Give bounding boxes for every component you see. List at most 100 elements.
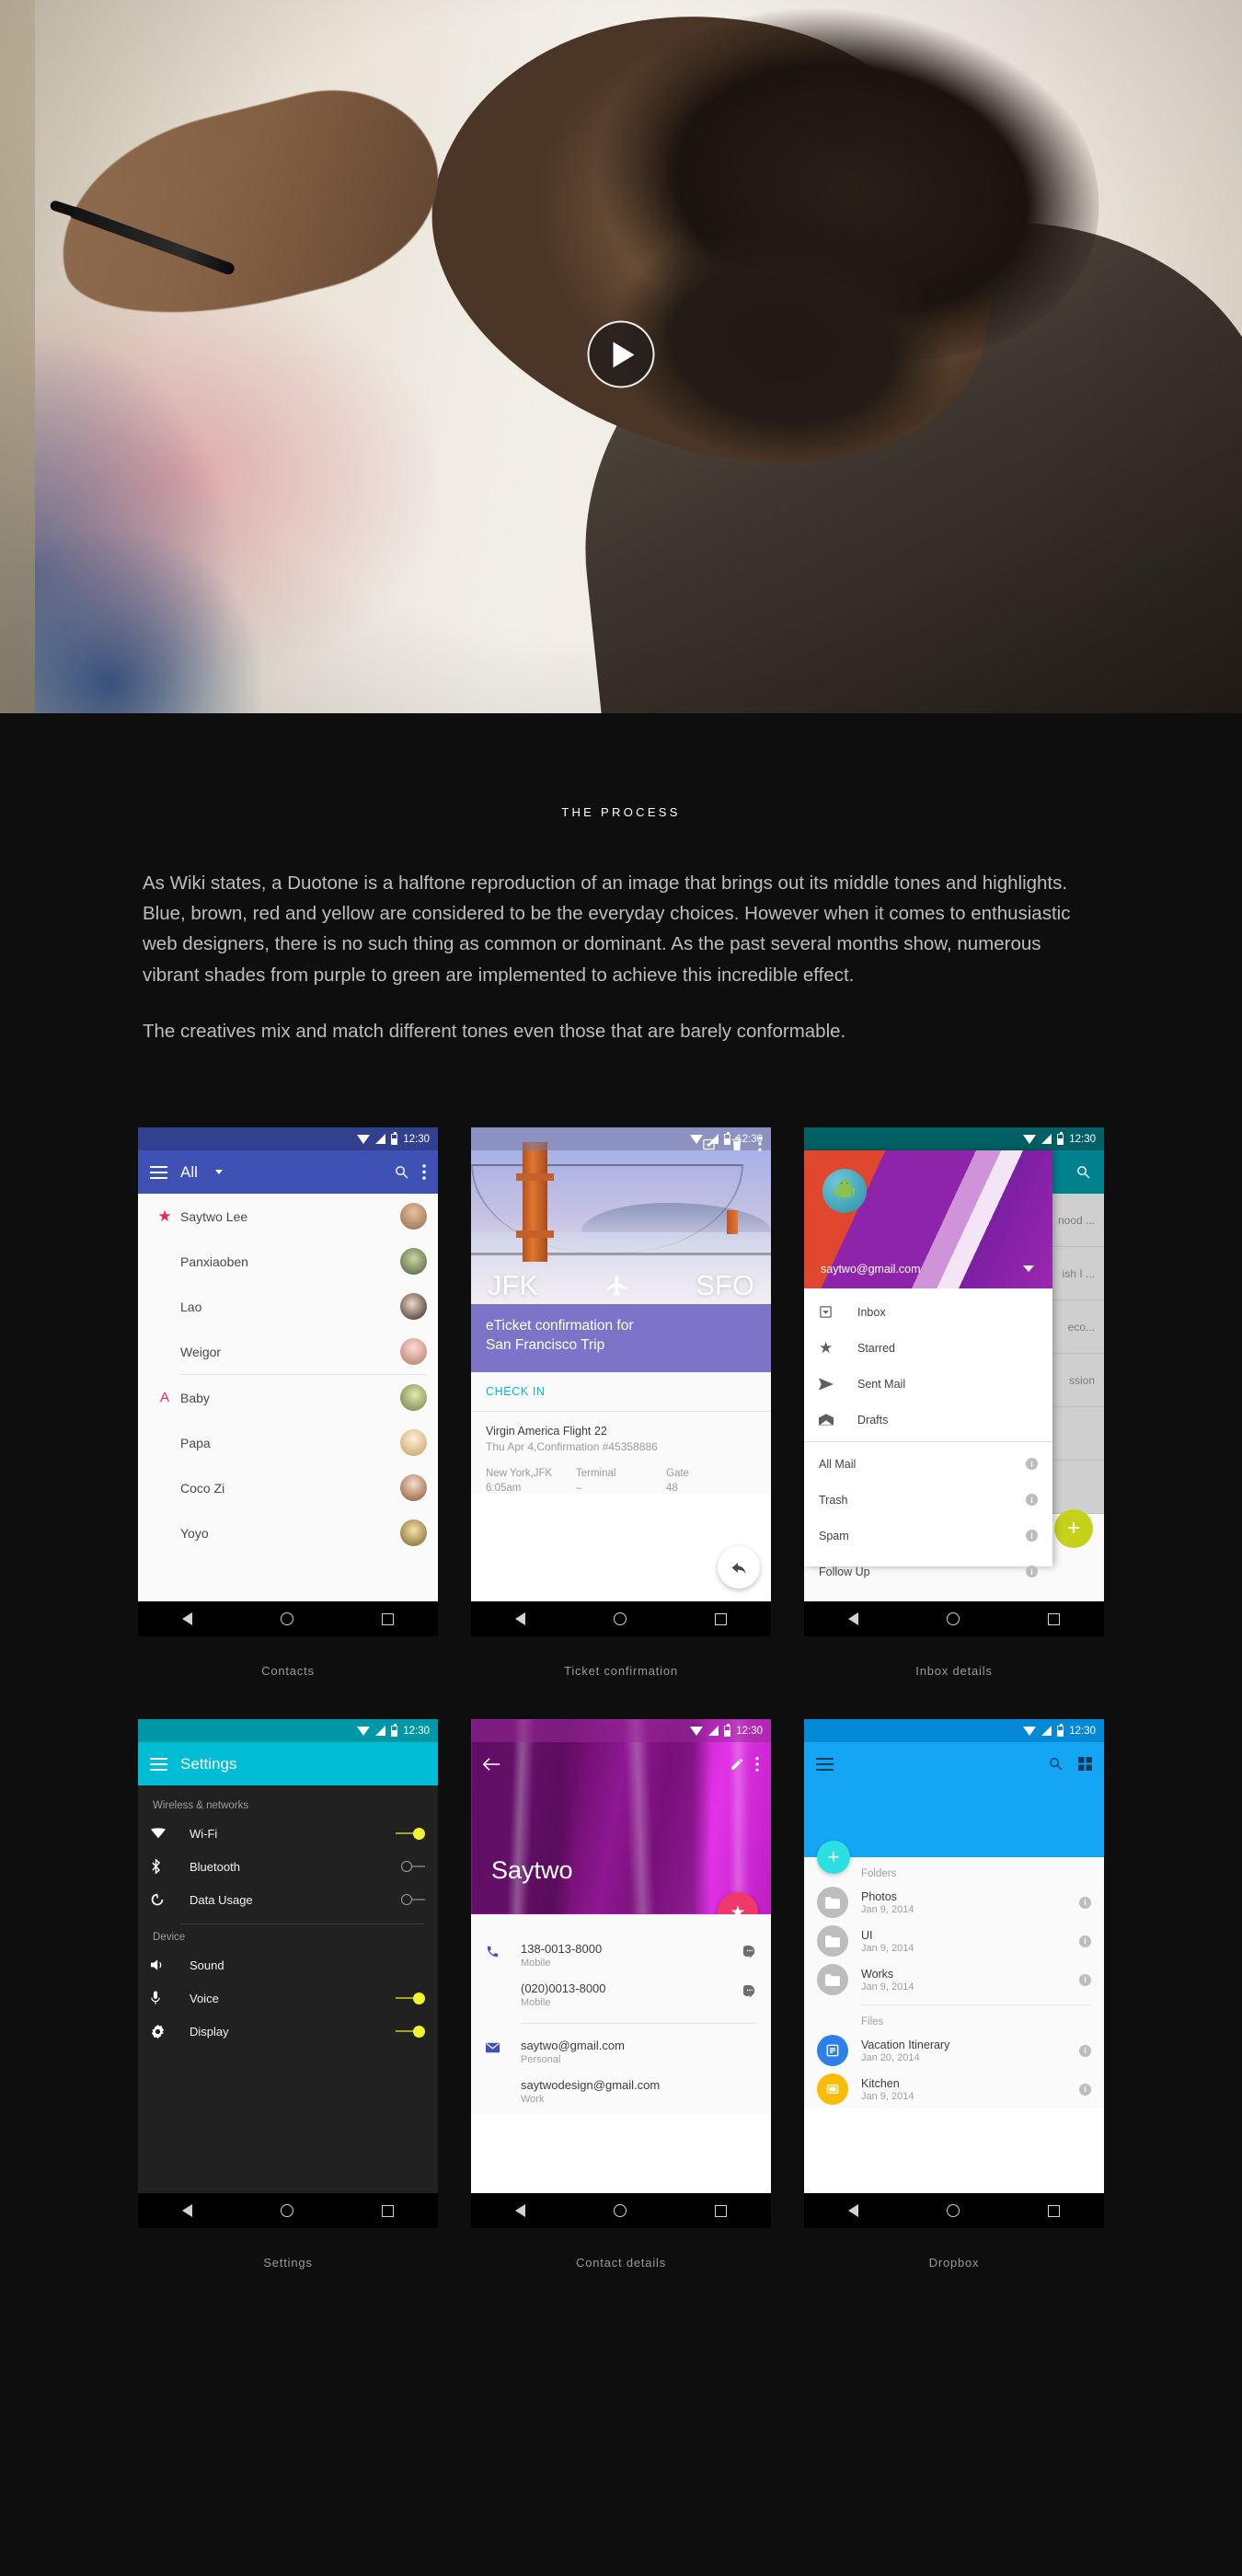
search-icon[interactable] [394,1164,409,1180]
search-icon[interactable] [1048,1756,1064,1772]
avatar [400,1248,427,1276]
account-header[interactable]: saytwo@gmail.com [804,1150,1052,1289]
home-icon[interactable] [947,2204,960,2218]
grid-view-icon[interactable] [1078,1757,1092,1772]
list-item[interactable]: Yoyo [138,1510,438,1555]
list-item[interactable]: Panxiaoben [138,1239,438,1284]
overflow-menu-icon[interactable] [422,1164,426,1180]
settings-row-bluetooth[interactable]: Bluetooth [138,1850,438,1883]
drawer-item-spam[interactable]: Spam i [804,1518,1052,1554]
edit-icon[interactable] [730,1757,744,1772]
list-item[interactable]: Lao [138,1284,438,1329]
play-icon[interactable] [587,320,655,388]
toggle-switch[interactable] [401,1894,425,1906]
info-icon[interactable]: i [1079,1935,1091,1947]
chevron-down-icon[interactable] [214,1170,223,1175]
recents-icon[interactable] [715,2204,727,2217]
list-item[interactable]: Coco Zi [138,1465,438,1510]
check-in-button[interactable]: CHECK IN [471,1372,771,1412]
info-icon[interactable]: i [1026,1458,1038,1471]
back-icon[interactable] [515,2204,525,2218]
contact-email-row[interactable]: saytwodesign@gmail.com Work [471,2074,771,2114]
settings-row-sound[interactable]: Sound [138,1948,438,1981]
menu-icon[interactable] [150,1165,167,1179]
detail-col: Gate 48 [666,1468,756,1494]
toggle-switch[interactable] [396,1992,425,2004]
menu-icon[interactable] [150,1757,167,1771]
info-icon[interactable]: i [1079,1896,1091,1909]
avatar[interactable] [822,1169,867,1214]
list-item[interactable]: Weigor [138,1329,438,1374]
folder-row[interactable]: Photos Jan 9, 2014 i [804,1883,1104,1922]
recents-icon[interactable] [382,1612,394,1625]
folder-row[interactable]: Works Jan 9, 2014 i [804,1960,1104,1999]
avatar [400,1384,427,1412]
search-icon[interactable] [1075,1164,1091,1180]
back-arrow-icon[interactable] [483,1757,500,1772]
reply-fab[interactable] [718,1546,760,1589]
info-icon[interactable]: i [1026,1530,1038,1542]
contact-name: Papa [180,1435,211,1450]
home-icon[interactable] [947,1612,960,1626]
info-icon[interactable]: i [1026,1565,1038,1578]
toggle-switch[interactable] [396,1827,425,1840]
list-item[interactable]: Papa [138,1420,438,1465]
settings-row-voice[interactable]: Voice [138,1981,438,2015]
archive-icon[interactable] [702,1138,716,1151]
home-icon[interactable] [614,2204,627,2218]
drawer-item-starred[interactable]: ★ Starred [804,1330,1052,1366]
info-icon[interactable]: i [1079,1973,1091,1986]
recents-icon[interactable] [1048,2204,1060,2217]
folder-row[interactable]: UI Jan 9, 2014 i [804,1922,1104,1960]
drawer-item-inbox[interactable]: Inbox [804,1294,1052,1330]
drawer-item-trash[interactable]: Trash i [804,1482,1052,1518]
back-icon[interactable] [182,1612,192,1626]
settings-row-display[interactable]: Display [138,2015,438,2048]
drawer-item-follow-up[interactable]: Follow Up i [804,1554,1052,1589]
recents-icon[interactable] [715,1612,727,1625]
add-fab[interactable]: + [817,1841,850,1875]
home-icon[interactable] [614,1612,627,1626]
settings-row-wifi[interactable]: Wi-Fi [138,1817,438,1850]
menu-icon[interactable] [816,1757,834,1771]
display-icon [151,2024,190,2039]
back-icon[interactable] [182,2204,192,2218]
compose-fab[interactable]: + [1054,1509,1093,1549]
back-icon[interactable] [848,2204,858,2218]
drawer-item-label: All Mail [819,1457,857,1471]
settings-row-data-usage[interactable]: Data Usage [138,1883,438,1916]
list-item[interactable]: ★ Saytwo Lee [138,1194,438,1239]
info-icon[interactable]: i [1079,2083,1091,2096]
screen-caption: Inbox details [915,1664,993,1679]
flight-info: Virgin America Flight 22 Thu Apr 4,Confi… [471,1412,771,1494]
chevron-down-icon[interactable] [1023,1265,1034,1273]
file-row[interactable]: Kitchen Jan 9, 2014 i [804,2070,1104,2108]
drawer-item-sent[interactable]: Sent Mail [804,1366,1052,1402]
back-icon[interactable] [848,1612,858,1626]
list-item[interactable]: A Baby [138,1375,438,1420]
toggle-switch[interactable] [401,1861,425,1873]
message-icon[interactable] [743,1946,756,1959]
contacts-filter-label[interactable]: All [180,1163,198,1182]
screen-cell-contacts: 12:30 All ★ Saytwo Lee Panxiaoben Lao We… [138,1127,438,1678]
contact-phone-row[interactable]: 138-0013-8000 Mobile [471,1938,771,1978]
delete-icon[interactable] [730,1137,743,1151]
overflow-menu-icon[interactable] [758,1137,762,1151]
toggle-switch[interactable] [396,2025,425,2038]
drawer-item-drafts[interactable]: Drafts [804,1402,1052,1438]
info-icon[interactable]: i [1079,2044,1091,2057]
recents-icon[interactable] [1048,1612,1060,1625]
home-icon[interactable] [281,1612,293,1626]
back-icon[interactable] [515,1612,525,1626]
screen-cell-ticket: 12:30 JFK SFO eTicket confirmation for S… [471,1127,771,1678]
file-row[interactable]: Vacation Itinerary Jan 20, 2014 i [804,2031,1104,2070]
drawer-item-all-mail[interactable]: All Mail i [804,1446,1052,1482]
contact-email-row[interactable]: saytwo@gmail.com Personal [471,2035,771,2074]
recents-icon[interactable] [382,2204,394,2217]
info-icon[interactable]: i [1026,1494,1038,1507]
overflow-menu-icon[interactable] [755,1756,759,1772]
home-icon[interactable] [281,2204,293,2218]
message-icon[interactable] [743,1985,756,1999]
phone-contact-details: 12:30 Saytwo ★ 138-0013-8000 Mobile (020… [471,1719,771,2229]
contact-phone-row[interactable]: (020)0013-8000 Mobile [471,1978,771,2017]
